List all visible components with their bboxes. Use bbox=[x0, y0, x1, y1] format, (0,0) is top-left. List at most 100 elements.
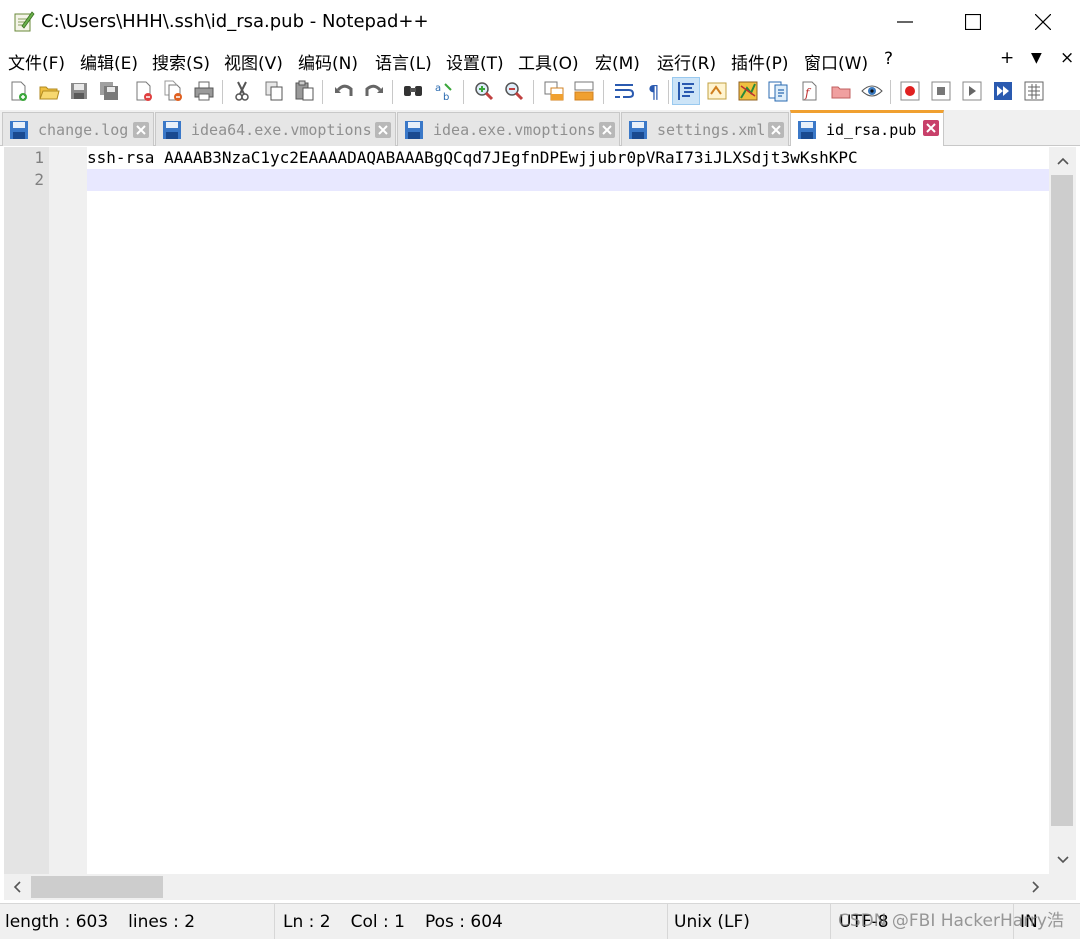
close-button[interactable] bbox=[1008, 0, 1078, 44]
print-button[interactable] bbox=[190, 77, 218, 105]
monitoring-icon bbox=[831, 86, 851, 99]
close-document-button[interactable]: × bbox=[1060, 48, 1074, 68]
copy-button[interactable] bbox=[260, 77, 288, 105]
toolbar: ab ¶ f bbox=[0, 74, 1080, 110]
code-line[interactable]: ssh-rsa AAAAB3NzaC1yc2EAAAADAQABAAABgQCq… bbox=[87, 147, 1049, 169]
word-wrap-icon bbox=[615, 84, 635, 98]
replace-button[interactable]: ab bbox=[430, 77, 458, 105]
menu-settings[interactable]: 设置(T) bbox=[446, 49, 504, 74]
save-macro-button[interactable] bbox=[1020, 77, 1048, 105]
add-tab-button[interactable]: + bbox=[1000, 48, 1014, 68]
status-document-info: length : 603 lines : 2 bbox=[0, 904, 275, 939]
zoom-out-icon bbox=[505, 82, 524, 101]
notepad-plus-plus-icon bbox=[13, 10, 35, 32]
new-file-button[interactable] bbox=[5, 77, 33, 105]
maximize-button[interactable] bbox=[938, 0, 1008, 44]
scroll-up-button[interactable] bbox=[1049, 148, 1076, 174]
run-macro-multiple-button[interactable] bbox=[989, 77, 1017, 105]
zoom-out-button[interactable] bbox=[500, 77, 528, 105]
line-number: 1 bbox=[34, 148, 44, 167]
word-wrap-button[interactable] bbox=[610, 77, 638, 105]
indent-guide-icon bbox=[678, 82, 694, 100]
sync-vertical-button[interactable] bbox=[540, 77, 568, 105]
scrollbar-corner bbox=[1049, 874, 1076, 900]
menu-tools[interactable]: 工具(O) bbox=[518, 49, 579, 74]
scroll-down-button[interactable] bbox=[1049, 847, 1076, 873]
menu-run[interactable]: 运行(R) bbox=[657, 49, 716, 74]
menu-macro[interactable]: 宏(M) bbox=[595, 49, 640, 74]
stop-macro-button[interactable] bbox=[927, 77, 955, 105]
tab-label: idea.exe.vmoptions bbox=[433, 120, 596, 139]
tab-label: change.log bbox=[38, 120, 129, 139]
menu-help[interactable]: ? bbox=[884, 49, 893, 69]
minimize-icon bbox=[897, 21, 913, 23]
eye-button[interactable] bbox=[858, 77, 886, 105]
close-icon bbox=[136, 81, 152, 101]
monitoring-button[interactable] bbox=[827, 77, 855, 105]
save-all-button[interactable] bbox=[95, 77, 123, 105]
save-all-icon bbox=[100, 82, 118, 100]
play-macro-button[interactable] bbox=[958, 77, 986, 105]
tab-idea64-vmoptions[interactable]: idea64.exe.vmoptions bbox=[155, 112, 396, 146]
tab-close-button[interactable] bbox=[768, 122, 784, 138]
saved-file-icon bbox=[161, 119, 183, 141]
show-all-chars-button[interactable]: ¶ bbox=[640, 77, 668, 105]
user-language-button[interactable] bbox=[703, 77, 731, 105]
menu-view[interactable]: 视图(V) bbox=[224, 49, 283, 74]
scroll-left-button[interactable] bbox=[4, 874, 30, 900]
tab-close-button[interactable] bbox=[923, 120, 939, 136]
folder-as-workspace-button[interactable]: f bbox=[796, 77, 824, 105]
vertical-scrollbar[interactable] bbox=[1049, 147, 1076, 874]
find-button[interactable] bbox=[399, 77, 427, 105]
scroll-right-button[interactable] bbox=[1023, 874, 1049, 900]
chevron-down-icon bbox=[1056, 856, 1069, 864]
horizontal-scrollbar[interactable] bbox=[4, 874, 1049, 900]
saved-file-icon bbox=[403, 119, 425, 141]
tab-change-log[interactable]: change.log bbox=[2, 112, 154, 146]
paste-button[interactable] bbox=[290, 77, 318, 105]
tab-close-button[interactable] bbox=[133, 122, 149, 138]
horizontal-scroll-thumb[interactable] bbox=[31, 876, 163, 898]
minimize-button[interactable] bbox=[870, 0, 940, 44]
tab-id-rsa-pub[interactable]: id_rsa.pub bbox=[790, 110, 944, 146]
zoom-in-button[interactable] bbox=[470, 77, 498, 105]
code-line-current[interactable] bbox=[87, 169, 1049, 191]
menu-window[interactable]: 窗口(W) bbox=[804, 49, 868, 74]
function-list-button[interactable] bbox=[764, 77, 792, 105]
menu-encoding[interactable]: 编码(N) bbox=[298, 49, 358, 74]
tab-settings-xml[interactable]: settings.xml bbox=[621, 112, 789, 146]
undo-button[interactable] bbox=[330, 77, 358, 105]
status-eol[interactable]: Unix (LF) bbox=[669, 904, 831, 939]
tab-bar: change.log idea64.exe.vmoptions idea.exe… bbox=[0, 110, 1080, 146]
open-file-button[interactable] bbox=[35, 77, 63, 105]
document-map-button[interactable] bbox=[734, 77, 762, 105]
status-length: length : 603 bbox=[5, 912, 109, 932]
fold-margin[interactable] bbox=[49, 147, 87, 874]
vertical-scroll-thumb[interactable] bbox=[1051, 175, 1073, 826]
svg-text:b: b bbox=[443, 92, 449, 102]
tab-list-button[interactable]: ▼ bbox=[1031, 50, 1042, 66]
sync-horizontal-button[interactable] bbox=[570, 77, 598, 105]
menu-edit[interactable]: 编辑(E) bbox=[80, 49, 138, 74]
menu-file[interactable]: 文件(F) bbox=[8, 49, 65, 74]
save-button[interactable] bbox=[65, 77, 93, 105]
indent-guide-button[interactable] bbox=[672, 77, 700, 105]
document-map-icon bbox=[738, 81, 758, 101]
close-all-button[interactable] bbox=[160, 77, 188, 105]
editor[interactable]: 1 2 ssh-rsa AAAAB3NzaC1yc2EAAAADAQABAAAB… bbox=[4, 147, 1076, 874]
cut-button[interactable] bbox=[228, 77, 256, 105]
save-icon bbox=[71, 83, 87, 99]
close-file-button[interactable] bbox=[130, 77, 158, 105]
tab-close-button[interactable] bbox=[599, 122, 615, 138]
chevron-right-icon bbox=[1032, 881, 1040, 893]
text-area[interactable]: ssh-rsa AAAAB3NzaC1yc2EAAAADAQABAAABgQCq… bbox=[87, 147, 1049, 874]
redo-button[interactable] bbox=[360, 77, 388, 105]
tab-idea-vmoptions[interactable]: idea.exe.vmoptions bbox=[397, 112, 620, 146]
menu-language[interactable]: 语言(L) bbox=[375, 49, 432, 74]
record-macro-button[interactable] bbox=[896, 77, 924, 105]
tab-close-button[interactable] bbox=[375, 122, 391, 138]
menu-plugins[interactable]: 插件(P) bbox=[731, 49, 789, 74]
menu-search[interactable]: 搜索(S) bbox=[152, 49, 210, 74]
chevron-left-icon bbox=[13, 881, 21, 893]
window-title: C:\Users\HHH\.ssh\id_rsa.pub - Notepad++ bbox=[41, 11, 429, 32]
